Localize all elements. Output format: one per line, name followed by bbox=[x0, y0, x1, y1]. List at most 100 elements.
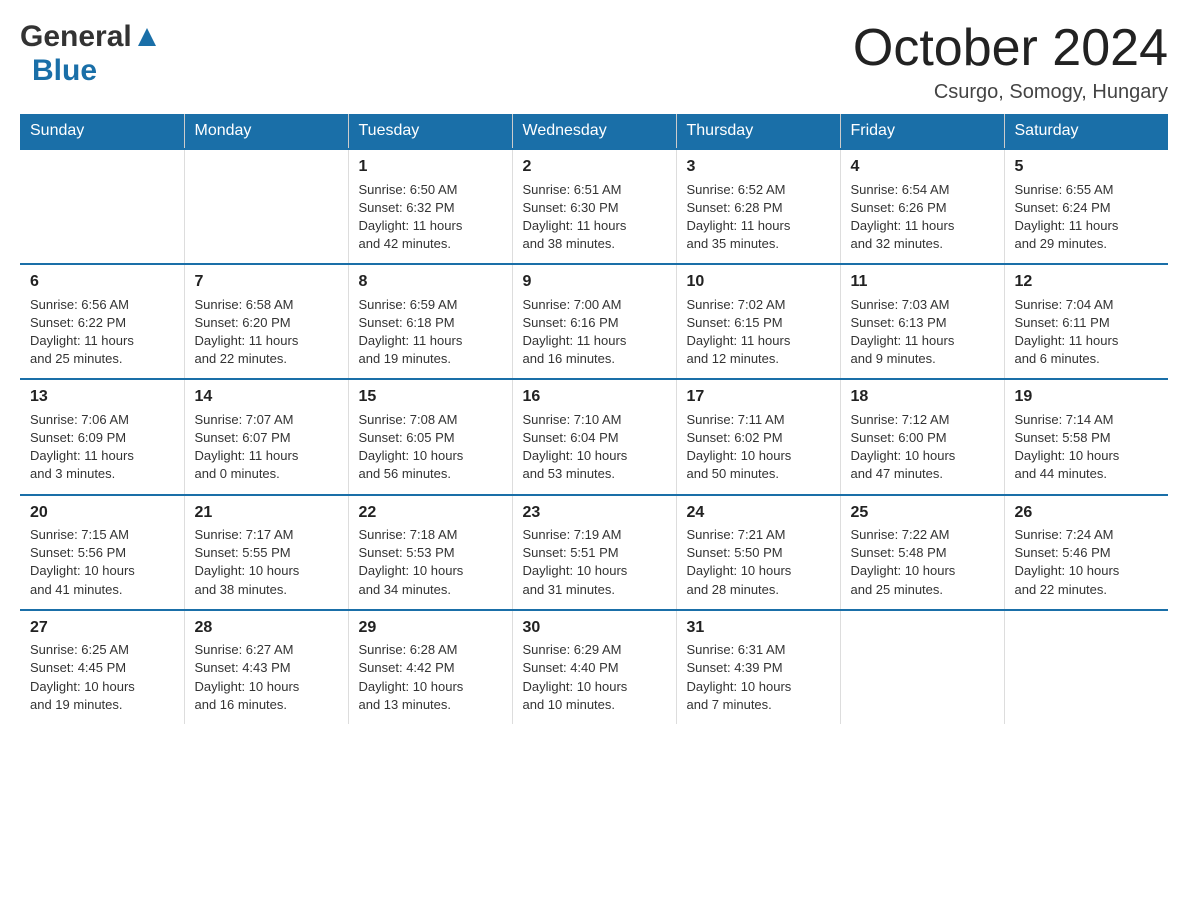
day-number: 22 bbox=[359, 502, 502, 524]
day-info: Sunrise: 7:15 AM Sunset: 5:56 PM Dayligh… bbox=[30, 527, 135, 597]
day-number: 24 bbox=[687, 502, 830, 524]
calendar-cell: 8 Sunrise: 6:59 AM Sunset: 6:18 PM Daylig… bbox=[348, 264, 512, 379]
calendar-table: SundayMondayTuesdayWednesdayThursdayFrid… bbox=[20, 114, 1168, 724]
calendar-cell: 20 Sunrise: 7:15 AM Sunset: 5:56 PM Dayli… bbox=[20, 495, 184, 610]
day-info: Sunrise: 6:29 AM Sunset: 4:40 PM Dayligh… bbox=[523, 642, 628, 712]
calendar-cell: 24 Sunrise: 7:21 AM Sunset: 5:50 PM Dayli… bbox=[676, 495, 840, 610]
weekday-header-friday: Friday bbox=[840, 114, 1004, 149]
calendar-cell: 5 Sunrise: 6:55 AM Sunset: 6:24 PM Daylig… bbox=[1004, 149, 1168, 264]
calendar-cell: 13 Sunrise: 7:06 AM Sunset: 6:09 PM Dayli… bbox=[20, 379, 184, 494]
calendar-cell: 15 Sunrise: 7:08 AM Sunset: 6:05 PM Dayli… bbox=[348, 379, 512, 494]
weekday-header-tuesday: Tuesday bbox=[348, 114, 512, 149]
day-info: Sunrise: 7:04 AM Sunset: 6:11 PM Dayligh… bbox=[1015, 297, 1119, 367]
page-header: General Blue October 2024 Csurgo, Somogy… bbox=[20, 20, 1168, 104]
day-info: Sunrise: 7:18 AM Sunset: 5:53 PM Dayligh… bbox=[359, 527, 464, 597]
day-number: 1 bbox=[359, 156, 502, 178]
day-info: Sunrise: 7:11 AM Sunset: 6:02 PM Dayligh… bbox=[687, 412, 792, 482]
day-number: 20 bbox=[30, 502, 174, 524]
day-number: 8 bbox=[359, 271, 502, 293]
day-number: 9 bbox=[523, 271, 666, 293]
calendar-week-3: 13 Sunrise: 7:06 AM Sunset: 6:09 PM Dayli… bbox=[20, 379, 1168, 494]
day-info: Sunrise: 7:17 AM Sunset: 5:55 PM Dayligh… bbox=[195, 527, 300, 597]
calendar-week-1: 1 Sunrise: 6:50 AM Sunset: 6:32 PM Daylig… bbox=[20, 149, 1168, 264]
day-info: Sunrise: 7:02 AM Sunset: 6:15 PM Dayligh… bbox=[687, 297, 791, 367]
day-info: Sunrise: 7:00 AM Sunset: 6:16 PM Dayligh… bbox=[523, 297, 627, 367]
calendar-cell bbox=[840, 610, 1004, 724]
day-number: 25 bbox=[851, 502, 994, 524]
calendar-cell: 22 Sunrise: 7:18 AM Sunset: 5:53 PM Dayli… bbox=[348, 495, 512, 610]
day-number: 2 bbox=[523, 156, 666, 178]
calendar-cell: 25 Sunrise: 7:22 AM Sunset: 5:48 PM Dayli… bbox=[840, 495, 1004, 610]
calendar-cell: 31Sunrise: 6:31 AM Sunset: 4:39 PM Dayli… bbox=[676, 610, 840, 724]
day-info: Sunrise: 7:24 AM Sunset: 5:46 PM Dayligh… bbox=[1015, 527, 1120, 597]
calendar-cell: 1 Sunrise: 6:50 AM Sunset: 6:32 PM Daylig… bbox=[348, 149, 512, 264]
day-number: 26 bbox=[1015, 502, 1159, 524]
calendar-cell bbox=[1004, 610, 1168, 724]
day-number: 5 bbox=[1015, 156, 1159, 178]
day-info: Sunrise: 6:58 AM Sunset: 6:20 PM Dayligh… bbox=[195, 297, 299, 367]
calendar-week-4: 20 Sunrise: 7:15 AM Sunset: 5:56 PM Dayli… bbox=[20, 495, 1168, 610]
day-number: 16 bbox=[523, 386, 666, 408]
calendar-cell: 23 Sunrise: 7:19 AM Sunset: 5:51 PM Dayli… bbox=[512, 495, 676, 610]
day-info: Sunrise: 7:14 AM Sunset: 5:58 PM Dayligh… bbox=[1015, 412, 1120, 482]
weekday-header-thursday: Thursday bbox=[676, 114, 840, 149]
day-info: Sunrise: 6:56 AM Sunset: 6:22 PM Dayligh… bbox=[30, 297, 134, 367]
day-info: Sunrise: 6:52 AM Sunset: 6:28 PM Dayligh… bbox=[687, 182, 791, 252]
calendar-cell: 12 Sunrise: 7:04 AM Sunset: 6:11 PM Dayli… bbox=[1004, 264, 1168, 379]
day-info: Sunrise: 7:22 AM Sunset: 5:48 PM Dayligh… bbox=[851, 527, 956, 597]
day-info: Sunrise: 6:51 AM Sunset: 6:30 PM Dayligh… bbox=[523, 182, 627, 252]
weekday-header-row: SundayMondayTuesdayWednesdayThursdayFrid… bbox=[20, 114, 1168, 149]
calendar-cell: 9 Sunrise: 7:00 AM Sunset: 6:16 PM Daylig… bbox=[512, 264, 676, 379]
month-title: October 2024 bbox=[853, 20, 1168, 77]
day-info: Sunrise: 6:50 AM Sunset: 6:32 PM Dayligh… bbox=[359, 182, 463, 252]
day-info: Sunrise: 6:59 AM Sunset: 6:18 PM Dayligh… bbox=[359, 297, 463, 367]
day-info: Sunrise: 7:12 AM Sunset: 6:00 PM Dayligh… bbox=[851, 412, 956, 482]
day-info: Sunrise: 7:07 AM Sunset: 6:07 PM Dayligh… bbox=[195, 412, 299, 482]
day-number: 14 bbox=[195, 386, 338, 408]
calendar-cell: 11 Sunrise: 7:03 AM Sunset: 6:13 PM Dayli… bbox=[840, 264, 1004, 379]
calendar-cell: 17Sunrise: 7:11 AM Sunset: 6:02 PM Dayli… bbox=[676, 379, 840, 494]
day-info: Sunrise: 7:10 AM Sunset: 6:04 PM Dayligh… bbox=[523, 412, 628, 482]
day-info: Sunrise: 6:55 AM Sunset: 6:24 PM Dayligh… bbox=[1015, 182, 1119, 252]
day-number: 12 bbox=[1015, 271, 1159, 293]
day-info: Sunrise: 6:25 AM Sunset: 4:45 PM Dayligh… bbox=[30, 642, 135, 712]
calendar-cell: 18 Sunrise: 7:12 AM Sunset: 6:00 PM Dayli… bbox=[840, 379, 1004, 494]
calendar-cell: 30 Sunrise: 6:29 AM Sunset: 4:40 PM Dayli… bbox=[512, 610, 676, 724]
weekday-header-sunday: Sunday bbox=[20, 114, 184, 149]
location-text: Csurgo, Somogy, Hungary bbox=[853, 81, 1168, 104]
calendar-cell: 10 Sunrise: 7:02 AM Sunset: 6:15 PM Dayli… bbox=[676, 264, 840, 379]
day-number: 30 bbox=[523, 617, 666, 639]
day-number: 27 bbox=[30, 617, 174, 639]
calendar-cell: 29Sunrise: 6:28 AM Sunset: 4:42 PM Dayli… bbox=[348, 610, 512, 724]
day-info: Sunrise: 7:19 AM Sunset: 5:51 PM Dayligh… bbox=[523, 527, 628, 597]
calendar-cell: 6 Sunrise: 6:56 AM Sunset: 6:22 PM Daylig… bbox=[20, 264, 184, 379]
day-info: Sunrise: 6:31 AM Sunset: 4:39 PM Dayligh… bbox=[687, 642, 792, 712]
day-number: 3 bbox=[687, 156, 830, 178]
day-number: 13 bbox=[30, 386, 174, 408]
day-number: 29 bbox=[359, 617, 502, 639]
day-info: Sunrise: 6:27 AM Sunset: 4:43 PM Dayligh… bbox=[195, 642, 300, 712]
calendar-cell: 26 Sunrise: 7:24 AM Sunset: 5:46 PM Dayli… bbox=[1004, 495, 1168, 610]
calendar-cell bbox=[184, 149, 348, 264]
day-info: Sunrise: 7:06 AM Sunset: 6:09 PM Dayligh… bbox=[30, 412, 134, 482]
logo-triangle-icon bbox=[134, 26, 158, 48]
calendar-week-5: 27 Sunrise: 6:25 AM Sunset: 4:45 PM Dayli… bbox=[20, 610, 1168, 724]
weekday-header-monday: Monday bbox=[184, 114, 348, 149]
day-info: Sunrise: 7:08 AM Sunset: 6:05 PM Dayligh… bbox=[359, 412, 464, 482]
calendar-cell: 27 Sunrise: 6:25 AM Sunset: 4:45 PM Dayli… bbox=[20, 610, 184, 724]
calendar-cell: 19 Sunrise: 7:14 AM Sunset: 5:58 PM Dayli… bbox=[1004, 379, 1168, 494]
day-number: 10 bbox=[687, 271, 830, 293]
calendar-cell: 7Sunrise: 6:58 AM Sunset: 6:20 PM Daylig… bbox=[184, 264, 348, 379]
day-info: Sunrise: 7:21 AM Sunset: 5:50 PM Dayligh… bbox=[687, 527, 792, 597]
day-number: 6 bbox=[30, 271, 174, 293]
day-number: 11 bbox=[851, 271, 994, 293]
day-number: 15 bbox=[359, 386, 502, 408]
day-info: Sunrise: 7:03 AM Sunset: 6:13 PM Dayligh… bbox=[851, 297, 955, 367]
calendar-week-2: 6 Sunrise: 6:56 AM Sunset: 6:22 PM Daylig… bbox=[20, 264, 1168, 379]
day-number: 19 bbox=[1015, 386, 1159, 408]
day-number: 28 bbox=[195, 617, 338, 639]
calendar-cell bbox=[20, 149, 184, 264]
day-number: 18 bbox=[851, 386, 994, 408]
logo-blue-text: Blue bbox=[32, 54, 97, 88]
day-number: 23 bbox=[523, 502, 666, 524]
